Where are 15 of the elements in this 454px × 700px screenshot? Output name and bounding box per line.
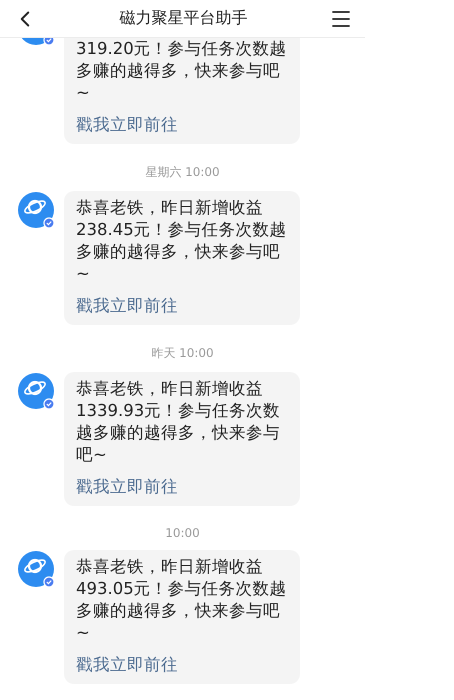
message-time: 星期六 10:00	[145, 164, 220, 181]
avatar-icon	[17, 191, 55, 229]
avatar-icon	[17, 550, 55, 588]
message-text: 319.20元！参与任务次数越多赚的越得多，快来参与吧~	[76, 38, 287, 104]
chat-title: 磁力聚星平台助手	[120, 8, 248, 29]
message-text: 恭喜老铁，昨日新增收益1339.93元！参与任务次数越多赚的越得多，快来参与吧~	[76, 378, 282, 466]
message-text: 恭喜老铁，昨日新增收益493.05元！参与任务次数越多赚的越得多，快来参与吧~	[76, 556, 287, 644]
go-now-link[interactable]: 戳我立即前往	[76, 114, 288, 136]
message-time: 10:00	[165, 526, 200, 540]
go-now-link[interactable]: 戳我立即前往	[76, 295, 288, 317]
message-time: 昨天 10:00	[151, 345, 214, 362]
go-now-link[interactable]: 戳我立即前往	[76, 476, 288, 498]
go-now-link[interactable]: 戳我立即前往	[76, 654, 288, 676]
message-text: 恭喜老铁，昨日新增收益238.45元！参与任务次数越多赚的越得多，快来参与吧~	[76, 197, 287, 285]
avatar-icon	[17, 372, 55, 410]
